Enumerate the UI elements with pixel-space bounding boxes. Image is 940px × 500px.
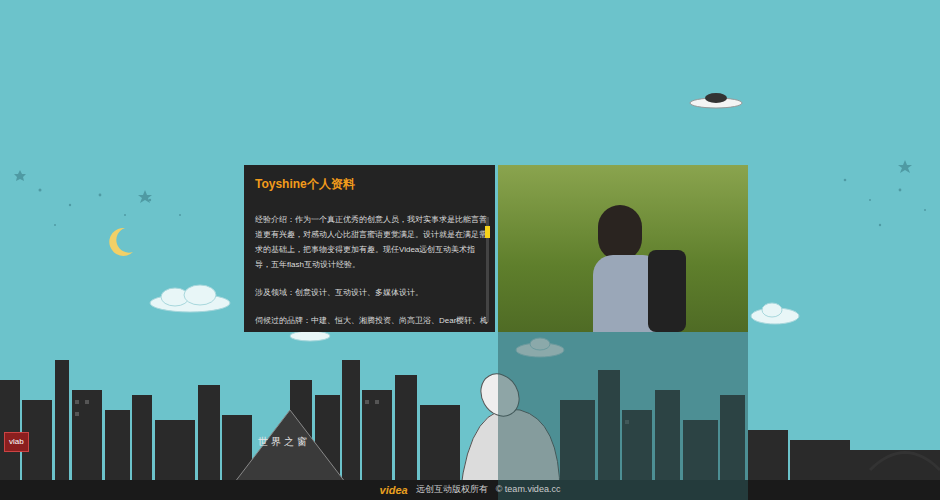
landmark-label: 世界之窗	[258, 434, 310, 449]
profile-photo	[498, 165, 748, 332]
profile-text: 经验介绍：作为一个真正优秀的创意人员，我对实事求是比能言善道更有兴趣，对感动人心…	[244, 193, 488, 328]
footer-logo[interactable]: videa	[380, 482, 408, 499]
scroll-thumb[interactable]	[485, 226, 490, 238]
profile-paragraph: 伺候过的品牌：中建、恒大、湘腾投资、尚高卫浴、Dear樱轩、梅	[255, 313, 488, 328]
footer-site[interactable]: © team.videa.cc	[496, 483, 561, 497]
vlab-badge[interactable]: vlab	[4, 432, 29, 452]
scroll-track[interactable]	[486, 217, 489, 322]
profile-paragraph: 涉及领域：创意设计、互动设计、多媒体设计。	[255, 285, 488, 300]
profile-area: Toyshine个人资料 经验介绍：作为一个真正优秀的创意人员，我对实事求是比能…	[0, 0, 940, 500]
profile-paragraph: 经验介绍：作为一个真正优秀的创意人员，我对实事求是比能言善道更有兴趣，对感动人心…	[255, 212, 488, 272]
footer-copyright: 远创互动版权所有	[416, 483, 488, 497]
page: vlab 世界之窗 Toyshine个人资料 经验介绍：作为一个真正优秀的创意人…	[0, 0, 940, 500]
profile-panel: Toyshine个人资料 经验介绍：作为一个真正优秀的创意人员，我对实事求是比能…	[244, 165, 495, 332]
profile-title: Toyshine个人资料	[244, 165, 495, 193]
preview-panel	[498, 332, 748, 500]
skyline-icon	[0, 340, 940, 500]
footer: videa 远创互动版权所有 © team.videa.cc	[0, 480, 940, 500]
